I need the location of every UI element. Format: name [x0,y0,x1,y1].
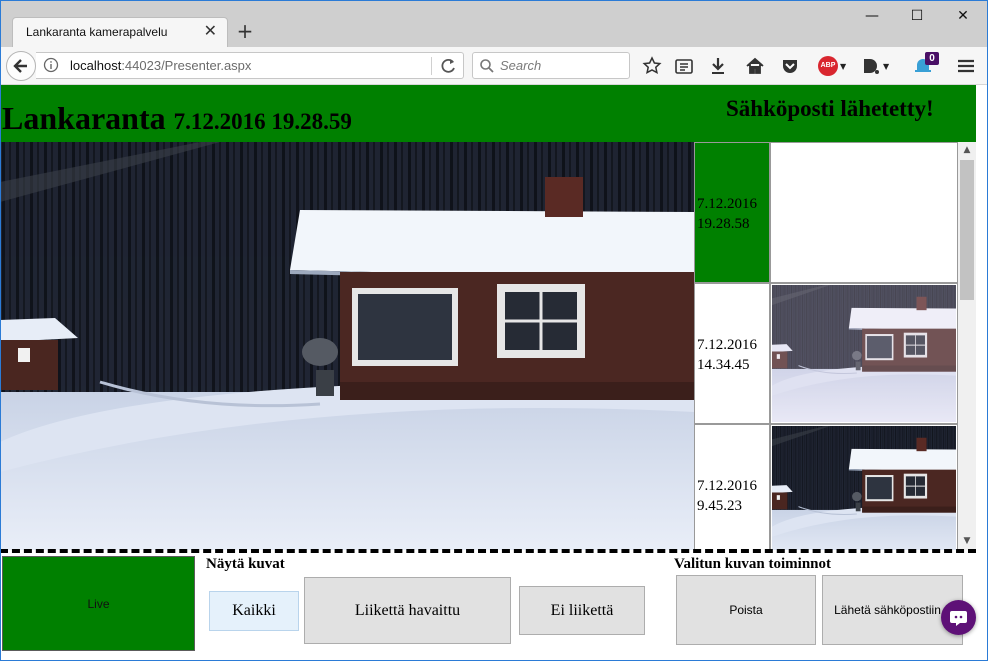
browser-tab[interactable]: Lankaranta kamerapalvelu ✕ [12,17,228,47]
d-extension-icon[interactable] [860,55,882,77]
search-bar[interactable]: Search [472,52,630,79]
thumbnail-date-day: 7.12.2016 [697,478,757,494]
back-button[interactable] [6,51,36,81]
thumbnail-photo [772,426,956,550]
minimize-icon[interactable]: — [862,6,882,26]
thumbnail-image[interactable] [770,424,958,550]
maximize-icon[interactable]: ☐ [907,6,927,26]
address-bar[interactable]: localhost:44023/Presenter.aspx [36,52,464,79]
tab-title: Lankaranta kamerapalvelu [26,25,168,39]
browser-titlebar: Lankaranta kamerapalvelu ✕ + — ☐ ✕ [0,0,988,47]
search-icon [480,59,494,73]
show-images-label: Näytä kuvat [206,556,285,572]
thumbnail-scrollbar[interactable]: ▲ ▼ [958,142,976,550]
filter-all-button[interactable]: Kaikki [209,591,299,631]
image-timestamp: 7.12.2016 19.28.59 [173,109,352,134]
delete-button[interactable]: Poista [676,575,816,645]
page-header: Lankaranta 7.12.2016 19.28.59 Sähköposti… [0,85,976,142]
reading-list-icon[interactable] [673,55,695,77]
status-message: Sähköposti lähetetty! [726,96,934,121]
thumbnail-image[interactable] [770,283,958,424]
thumbnail-date-time: 19.28.58 [697,216,750,232]
url-separator [431,57,432,75]
camera-photo [0,142,694,550]
thumbnail-row[interactable]: 7.12.2016 14.34.45 [694,283,958,424]
filter-no-motion-button[interactable]: Ei liikettä [519,586,645,635]
main-camera-image[interactable] [0,142,694,550]
scroll-up-icon[interactable]: ▲ [958,142,976,159]
download-icon[interactable] [707,55,729,77]
filter-motion-button[interactable]: Liikettä havaittu [304,577,511,644]
star-icon[interactable] [641,55,663,77]
url-host: localhost [70,58,122,73]
window-close-icon[interactable]: ✕ [953,6,973,26]
thumbnail-image[interactable] [770,142,958,283]
browser-navbar: localhost:44023/Presenter.aspx Search AB… [0,47,988,85]
url-path: :44023/Presenter.aspx [121,58,252,73]
thumbnail-list: 7.12.2016 19.28.58 7.12.2016 14.34.45 7.12… [694,142,958,550]
new-tab-icon[interactable]: + [236,20,254,42]
url-text[interactable]: localhost:44023/Presenter.aspx [70,58,251,73]
live-button[interactable]: Live [2,556,195,651]
d-extension-dropdown-icon[interactable]: ▼ [883,62,889,71]
thumbnail-date[interactable]: 7.12.2016 14.34.45 [694,283,770,424]
selected-actions-label: Valitun kuvan toiminnot [674,556,832,572]
site-name: Lankaranta [2,100,166,136]
thumbnail-date-day: 7.12.2016 [697,196,757,212]
adblock-icon[interactable]: ABP [818,56,838,76]
reload-icon[interactable] [440,56,458,76]
tab-close-icon[interactable]: ✕ [204,23,217,39]
thumbnail-photo [772,144,956,281]
back-arrow-icon [13,59,27,73]
page-title: Lankaranta 7.12.2016 19.28.59 [2,100,352,137]
info-icon[interactable] [43,57,59,73]
thumbnail-row[interactable]: 7.12.2016 19.28.58 [694,142,958,283]
thumbnail-row[interactable]: 7.12.2016 9.45.23 [694,424,958,550]
thumbnail-date-day: 7.12.2016 [697,337,757,353]
floating-chat-button[interactable] [941,600,976,635]
scrollbar-thumb[interactable] [960,160,974,300]
chat-bubble-icon [950,611,967,626]
thumbnail-date[interactable]: 7.12.2016 19.28.58 [694,142,770,283]
adblock-dropdown-icon[interactable]: ▼ [840,62,846,71]
thumbnail-date-time: 14.34.45 [697,357,750,373]
thumbnail-date[interactable]: 7.12.2016 9.45.23 [694,424,770,550]
scroll-down-icon[interactable]: ▼ [958,533,976,550]
search-placeholder: Search [500,58,542,73]
control-panel: Live Näytä kuvat Kaikki Liikettä havaitt… [0,553,976,661]
menu-icon[interactable] [955,55,977,77]
thumbnail-photo [772,285,956,422]
pocket-icon[interactable] [779,55,801,77]
thumbnail-date-time: 9.45.23 [697,498,742,514]
notification-badge: 0 [925,52,939,65]
home-icon[interactable] [744,55,766,77]
